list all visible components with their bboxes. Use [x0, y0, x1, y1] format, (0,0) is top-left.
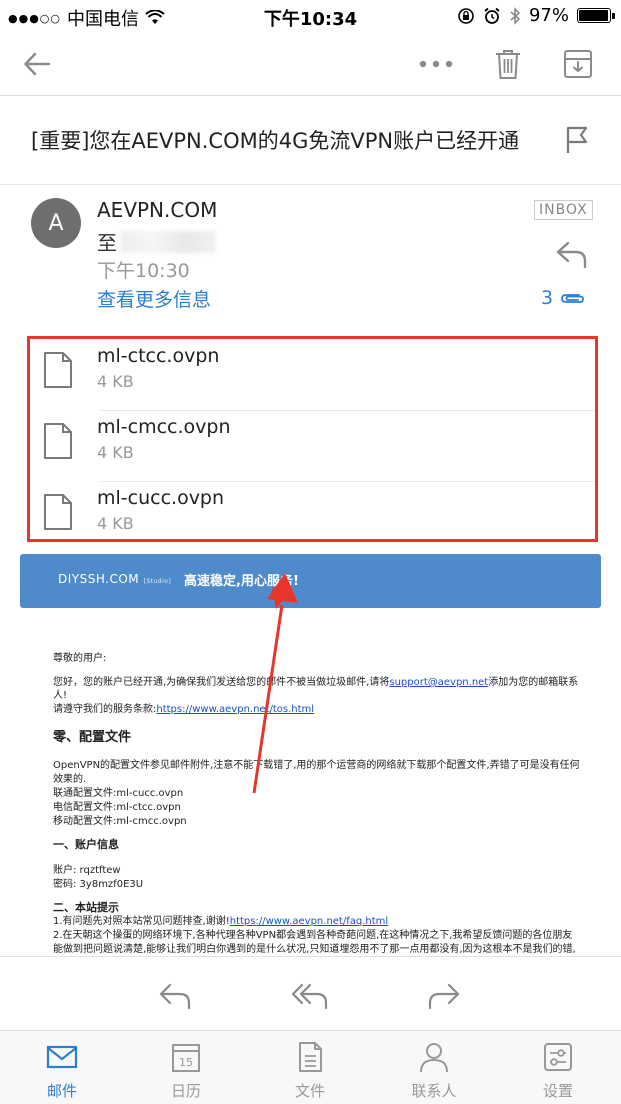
- attachment-name: ml-cucc.ovpn: [97, 487, 225, 509]
- greeting: 尊敬的用户:: [53, 653, 107, 664]
- reply-icon[interactable]: [554, 236, 590, 272]
- battery-cap: [612, 13, 615, 19]
- intro-text-b: 添加为您的邮箱联系: [488, 677, 579, 688]
- recipient-blurred: [121, 230, 216, 253]
- alarm-icon: [484, 7, 500, 24]
- tip-line-2: 2.在天朝这个操蛋的网络环境下,各种代理各种VPN都会遇到各种奇葩问题,在这种情…: [53, 930, 573, 941]
- more-button[interactable]: [414, 42, 458, 86]
- banner-studio: [Studio]: [143, 578, 172, 585]
- config-telecom: 电信配置文件:ml-ctcc.ovpn: [53, 802, 181, 813]
- battery-percent: 97%: [528, 5, 569, 26]
- tip-line-1: 1.有问题先对照本站常见问题排查,谢谢!https://www.aevpn.ne…: [53, 915, 388, 929]
- section-account-heading: 一、账户信息: [53, 838, 119, 851]
- section-config-heading: 零、配置文件: [53, 730, 132, 745]
- email-time: 下午10:30: [97, 260, 190, 282]
- intro-line: 您好，您的账户已经开通,为确保我们发送给您的邮件不被当做垃圾邮件,请将suppo…: [53, 676, 578, 690]
- back-button[interactable]: [15, 42, 59, 86]
- tip-1-text: 1.有问题先对照本站常见问题排查,谢谢!: [53, 916, 230, 927]
- sender-name[interactable]: AEVPN.COM: [97, 198, 217, 222]
- calendar-icon: 15: [172, 1044, 200, 1072]
- tab-settings-label: 设置: [542, 1082, 573, 1100]
- tab-bar: 邮件 15 日历 文件 联系人 设置: [0, 1030, 621, 1104]
- support-email-link[interactable]: support@aevpn.net: [389, 677, 488, 688]
- attachment-item[interactable]: ml-cmcc.ovpn 4 KB: [30, 410, 595, 480]
- attachment-size: 4 KB: [97, 372, 134, 391]
- attachment-name: ml-ctcc.ovpn: [97, 345, 220, 367]
- calendar-day: 15: [179, 1056, 193, 1069]
- attachment-size: 4 KB: [97, 443, 134, 462]
- tab-files-label: 文件: [294, 1082, 325, 1100]
- tos-text: 请遵守我们的服务条款:: [53, 704, 157, 715]
- trash-icon: [496, 50, 520, 79]
- config-note: OpenVPN的配置文件参见邮件附件,注意不能下载错了,用的那个运营商的网络就下…: [53, 760, 580, 771]
- reply-button-icon[interactable]: [156, 975, 196, 1015]
- file-icon: [44, 423, 72, 459]
- tab-mail-label: 邮件: [46, 1082, 77, 1100]
- battery-fill: [579, 10, 609, 21]
- attachment-count[interactable]: 3: [541, 287, 585, 309]
- tab-files[interactable]: 文件: [248, 1031, 372, 1104]
- settings-icon: [544, 1043, 572, 1071]
- account-line: 账户: rqztftew: [53, 865, 121, 876]
- file-icon: [44, 494, 72, 530]
- file-icon: [299, 1042, 322, 1072]
- reply-bar: [0, 956, 621, 1030]
- attachments-list: ml-ctcc.ovpn 4 KB ml-cmcc.ovpn 4 KB ml-c…: [27, 336, 598, 542]
- intro-line-2: 人!: [53, 690, 68, 701]
- to-label: 至: [97, 231, 117, 255]
- bluetooth-icon: [510, 6, 521, 25]
- tab-calendar[interactable]: 15 日历: [124, 1031, 248, 1104]
- attachment-item[interactable]: ml-ctcc.ovpn 4 KB: [30, 339, 595, 409]
- intro-text-a: 您好，您的账户已经开通,为确保我们发送给您的邮件不被当做垃圾邮件,请将: [53, 677, 390, 688]
- paperclip-icon: [561, 294, 584, 303]
- tab-calendar-label: 日历: [170, 1082, 201, 1100]
- battery-icon: [577, 8, 615, 23]
- status-right: 97%: [457, 5, 615, 26]
- recipient-row[interactable]: 至: [97, 227, 216, 256]
- flag-icon[interactable]: [562, 125, 592, 155]
- forward-button-icon[interactable]: [423, 975, 463, 1015]
- more-info-link[interactable]: 查看更多信息: [97, 285, 211, 312]
- delete-button[interactable]: [486, 42, 530, 86]
- section-tips-heading: 二、本站提示: [53, 901, 119, 914]
- email-banner: DIYSSH.COM [Studio] 高速稳定,用心服务!: [20, 554, 601, 608]
- tab-settings[interactable]: 设置: [496, 1031, 620, 1104]
- annotation-arrow: [252, 573, 298, 794]
- tab-contacts[interactable]: 联系人: [372, 1031, 496, 1104]
- file-icon: [44, 352, 72, 388]
- config-note-2: 效果的.: [53, 774, 87, 785]
- archive-icon: [564, 50, 592, 78]
- attachment-count-number: 3: [541, 287, 554, 309]
- attachment-name: ml-cmcc.ovpn: [97, 416, 231, 438]
- mail-icon: [46, 1045, 78, 1069]
- more-dots-icon: [419, 60, 453, 68]
- contacts-icon: [420, 1043, 448, 1073]
- nav-bar: [0, 32, 621, 96]
- config-mobile: 移动配置文件:ml-cmcc.ovpn: [53, 816, 187, 827]
- status-bar: ●●●○○ 中国电信 下午10:34 97%: [0, 0, 621, 32]
- subject-row: [重要]您在AEVPN.COM的4G免流VPN账户已经开通: [0, 97, 621, 185]
- tab-mail[interactable]: 邮件: [0, 1031, 124, 1104]
- tab-contacts-label: 联系人: [411, 1082, 457, 1100]
- archive-button[interactable]: [556, 42, 600, 86]
- tip-line-3: 能做到把问题说清楚,能够让我们明白你遇到的是什么状况,只知道埋怨用不了那一点用都…: [53, 944, 576, 955]
- rotation-lock-icon: [458, 7, 474, 24]
- banner-logo-text: DIYSSH.COM: [58, 572, 140, 586]
- email-subject: [重要]您在AEVPN.COM的4G免流VPN账户已经开通: [31, 129, 520, 153]
- password-line: 密码: 3y8mzf0E3U: [53, 879, 144, 890]
- reply-all-button-icon[interactable]: [290, 975, 330, 1015]
- attachment-size: 4 KB: [97, 514, 134, 533]
- config-unicom: 联通配置文件:ml-cucc.ovpn: [53, 788, 184, 799]
- back-arrow-icon: [24, 52, 51, 76]
- banner-logo: DIYSSH.COM [Studio]: [58, 572, 171, 586]
- faq-link[interactable]: https://www.aevpn.net/faq.html: [230, 916, 388, 927]
- folder-badge: INBOX: [534, 200, 593, 220]
- attachment-item[interactable]: ml-cucc.ovpn 4 KB: [30, 481, 595, 551]
- sender-avatar[interactable]: A: [31, 198, 81, 248]
